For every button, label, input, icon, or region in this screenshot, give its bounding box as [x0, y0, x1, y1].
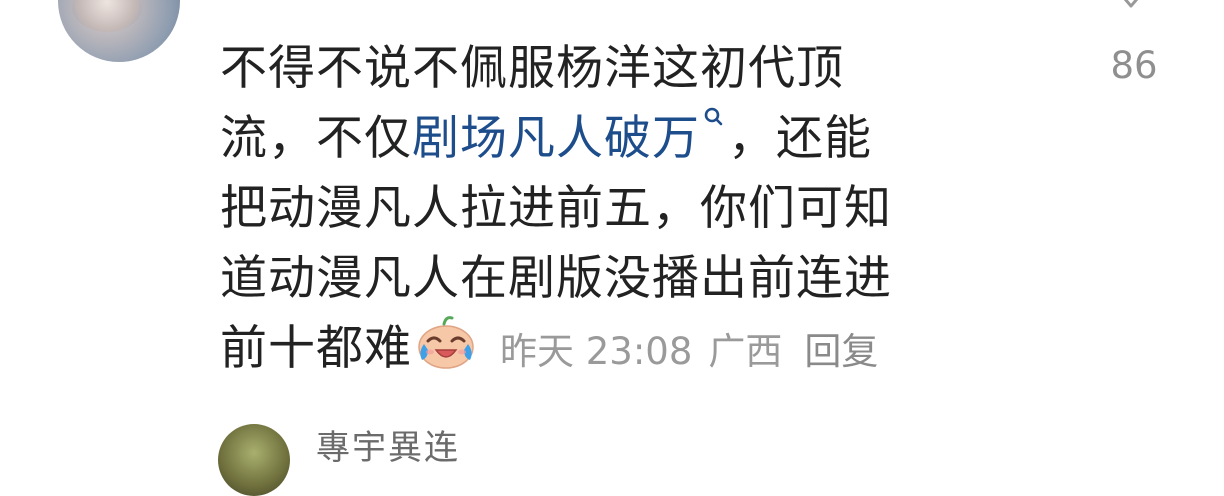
comment-body: 不得不说不佩服杨洋这初代顶 流，不仅剧场凡人破万 ，还能 把动漫凡人拉进前五，你们…	[220, 34, 1050, 384]
comment-text-part: 流，不仅	[220, 111, 412, 166]
like-count: 86	[1110, 44, 1158, 87]
topic-link-text: 剧场凡人破万	[412, 111, 700, 166]
reply-button[interactable]: 回复	[804, 330, 878, 373]
commenter-avatar[interactable]	[58, 0, 180, 62]
like-heart-icon[interactable]	[1108, 0, 1154, 18]
comment-last-line: 前十都难 昨天 23:08 广西 回复	[220, 314, 1050, 384]
avatar-photo	[72, 0, 142, 32]
comment-line: 道动漫凡人在剧版没播出前连进	[220, 251, 892, 306]
search-icon	[704, 107, 723, 126]
comment-time: 昨天 23:08	[500, 330, 693, 373]
next-commenter-avatar[interactable]	[218, 424, 290, 496]
comment-text-part: 前十都难	[220, 321, 412, 376]
comment-line-with-topic: 流，不仅剧场凡人破万 ，还能	[220, 104, 1050, 174]
topic-link[interactable]: 剧场凡人破万	[412, 107, 728, 166]
comment-location: 广西	[708, 330, 783, 373]
crying-laughing-emoji-icon	[418, 316, 474, 369]
comment-meta: 昨天 23:08 广西 回复	[500, 330, 894, 373]
comment-line: 不得不说不佩服杨洋这初代顶	[220, 41, 844, 96]
next-commenter-name[interactable]: 專宇異连	[316, 420, 460, 469]
comment-line: 把动漫凡人拉进前五，你们可知	[220, 181, 892, 236]
comment-text-part: ，还能	[728, 111, 872, 166]
